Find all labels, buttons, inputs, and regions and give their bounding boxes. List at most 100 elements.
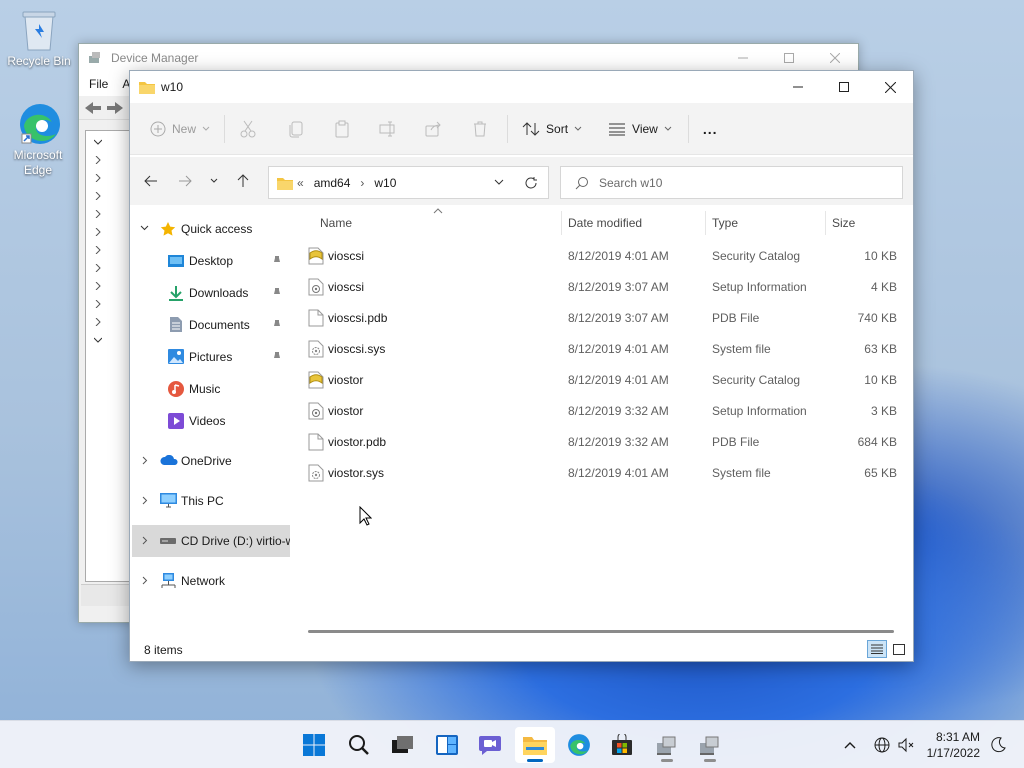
- tree-expander[interactable]: [86, 151, 132, 169]
- share-icon: [425, 120, 443, 138]
- chevron-down-icon[interactable]: [140, 225, 149, 231]
- up-button[interactable]: [226, 165, 260, 197]
- horizontal-scrollbar[interactable]: [308, 630, 894, 633]
- chevron-right-icon[interactable]: [142, 536, 148, 545]
- nav-item-music[interactable]: Music: [130, 373, 290, 405]
- large-icons-view-button[interactable]: [889, 640, 909, 658]
- chat-button[interactable]: [470, 727, 510, 763]
- tree-expander[interactable]: [86, 277, 132, 295]
- file-explorer-window[interactable]: w10 New Sort View ... « amd64 › w10 Sear…: [129, 70, 914, 662]
- cut-button[interactable]: [231, 113, 265, 145]
- clock[interactable]: 8:31 AM 1/17/2022: [927, 729, 980, 761]
- chevron-right-icon[interactable]: [142, 576, 148, 585]
- tree-expander[interactable]: [86, 259, 132, 277]
- address-dropdown-button[interactable]: [494, 179, 504, 186]
- network-globe-icon[interactable]: [874, 737, 890, 753]
- start-button[interactable]: [294, 727, 334, 763]
- nav-item-pictures[interactable]: Pictures: [130, 341, 290, 373]
- file-row[interactable]: vioscsi.sys 8/12/2019 4:01 AM System file 6…: [290, 334, 913, 365]
- close-button[interactable]: [812, 44, 858, 72]
- tree-expander[interactable]: [86, 223, 132, 241]
- tree-expander[interactable]: [86, 169, 132, 187]
- search-box[interactable]: Search w10: [560, 166, 903, 199]
- new-button[interactable]: New: [142, 113, 218, 145]
- rename-button[interactable]: [371, 113, 405, 145]
- back-button[interactable]: [134, 165, 168, 197]
- file-list[interactable]: Name Date modified Type Size vioscsi 8/12…: [290, 205, 913, 641]
- nav-item-cd-drive[interactable]: CD Drive (D:) virtio-w: [132, 525, 290, 557]
- maximize-button[interactable]: [766, 44, 812, 72]
- file-row[interactable]: viostor 8/12/2019 4:01 AM Security Catalog…: [290, 365, 913, 396]
- task-view-button[interactable]: [382, 727, 422, 763]
- nav-item-quick-access[interactable]: Quick access: [130, 213, 290, 245]
- details-view-button[interactable]: [867, 640, 887, 658]
- nav-item-this-pc[interactable]: This PC: [130, 485, 290, 517]
- chevron-right-icon[interactable]: ›: [360, 176, 364, 190]
- view-button[interactable]: View: [600, 113, 680, 145]
- share-button[interactable]: [417, 113, 451, 145]
- breadcrumb-w10[interactable]: w10: [374, 176, 396, 190]
- breadcrumb-amd64[interactable]: amd64: [314, 176, 351, 190]
- paste-button[interactable]: [325, 113, 359, 145]
- address-overflow[interactable]: «: [297, 176, 304, 190]
- nav-item-onedrive[interactable]: OneDrive: [130, 445, 290, 477]
- widgets-button[interactable]: [427, 727, 467, 763]
- tree-expander[interactable]: [86, 295, 132, 313]
- file-row[interactable]: viostor.pdb 8/12/2019 3:32 AM PDB File 684 …: [290, 427, 913, 458]
- column-header-date[interactable]: Date modified: [568, 216, 642, 230]
- device-manager-taskbar-button[interactable]: [690, 727, 730, 763]
- sort-button[interactable]: Sort: [514, 113, 590, 145]
- device-manager-taskbar-button[interactable]: [647, 727, 687, 763]
- edge-taskbar-button[interactable]: [559, 727, 599, 763]
- refresh-icon[interactable]: [524, 176, 538, 190]
- forward-button[interactable]: [168, 165, 202, 197]
- minimize-button[interactable]: [720, 44, 766, 72]
- file-explorer-taskbar-button[interactable]: [515, 727, 555, 763]
- nav-item-documents[interactable]: Documents: [130, 309, 290, 341]
- file-size: 65 KB: [864, 466, 897, 480]
- chevron-right-icon[interactable]: [142, 496, 148, 505]
- menu-file[interactable]: File: [89, 77, 108, 91]
- file-row[interactable]: vioscsi.pdb 8/12/2019 3:07 AM PDB File 740 …: [290, 303, 913, 334]
- file-row[interactable]: vioscsi 8/12/2019 4:01 AM Security Catalog…: [290, 241, 913, 272]
- column-header-size[interactable]: Size: [832, 216, 855, 230]
- store-button[interactable]: [602, 727, 642, 763]
- tree-expander[interactable]: [86, 187, 132, 205]
- desktop-icon-edge[interactable]: Microsoft Edge: [3, 102, 73, 178]
- nav-item-downloads[interactable]: Downloads: [130, 277, 290, 309]
- copy-button[interactable]: [279, 113, 313, 145]
- volume-muted-icon[interactable]: [898, 737, 914, 753]
- nav-item-videos[interactable]: Videos: [130, 405, 290, 437]
- chevron-up-icon[interactable]: [844, 741, 856, 749]
- column-divider[interactable]: [705, 211, 706, 235]
- column-header-name[interactable]: Name: [320, 216, 352, 230]
- desktop-icon-recycle-bin[interactable]: Recycle Bin: [4, 8, 74, 69]
- back-arrow-icon[interactable]: [83, 100, 103, 116]
- tree-expander[interactable]: [86, 205, 132, 223]
- file-row[interactable]: vioscsi 8/12/2019 3:07 AM Setup Informatio…: [290, 272, 913, 303]
- minimize-button[interactable]: [775, 71, 821, 103]
- forward-arrow-icon[interactable]: [105, 100, 125, 116]
- file-size: 3 KB: [870, 404, 897, 418]
- file-row[interactable]: viostor 8/12/2019 3:32 AM Setup Informatio…: [290, 396, 913, 427]
- nav-item-desktop[interactable]: Desktop: [130, 245, 290, 277]
- more-options-button[interactable]: ...: [695, 113, 726, 145]
- recent-locations-button[interactable]: [202, 165, 226, 197]
- device-tree[interactable]: [85, 130, 133, 582]
- close-button[interactable]: [867, 71, 913, 103]
- tree-expander[interactable]: [86, 313, 132, 331]
- column-divider[interactable]: [825, 211, 826, 235]
- tree-expander[interactable]: [86, 241, 132, 259]
- column-divider[interactable]: [561, 211, 562, 235]
- taskbar-search-button[interactable]: [339, 727, 379, 763]
- address-bar[interactable]: « amd64 › w10: [268, 166, 549, 199]
- column-header-type[interactable]: Type: [712, 216, 738, 230]
- delete-button[interactable]: [463, 113, 497, 145]
- maximize-button[interactable]: [821, 71, 867, 103]
- tree-expander[interactable]: [86, 331, 132, 349]
- chevron-right-icon[interactable]: [142, 456, 148, 465]
- tree-root-expander[interactable]: [86, 133, 132, 151]
- notifications-button[interactable]: [990, 721, 1006, 768]
- file-row[interactable]: viostor.sys 8/12/2019 4:01 AM System file 6…: [290, 458, 913, 489]
- nav-item-network[interactable]: Network: [130, 565, 290, 597]
